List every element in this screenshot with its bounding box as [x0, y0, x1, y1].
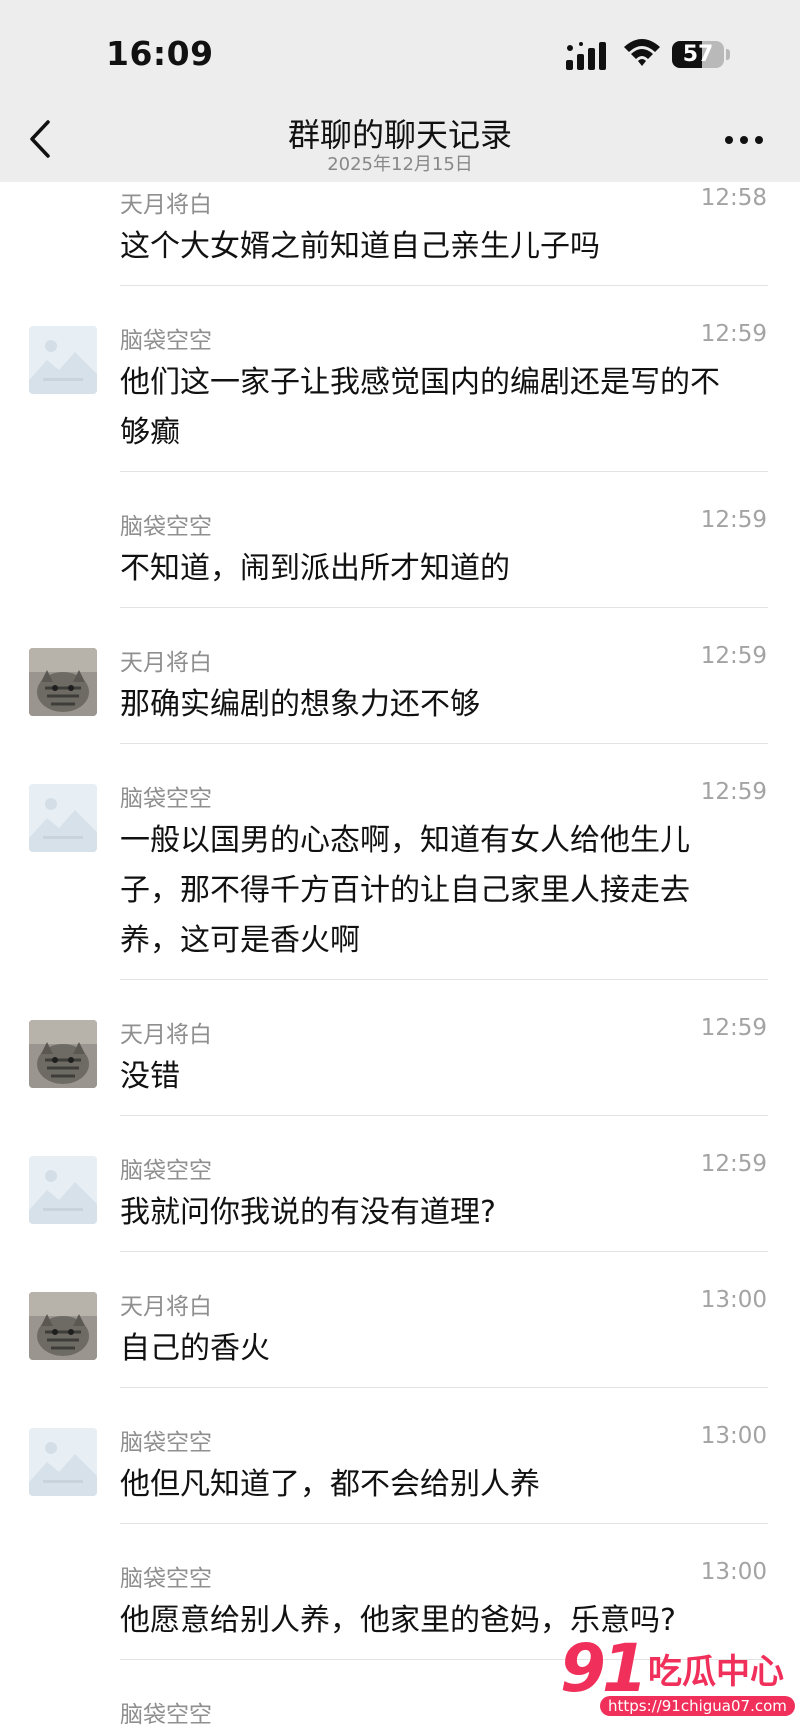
message-sender: 脑袋空空 — [120, 1158, 212, 1184]
message-time: 12:59 — [700, 643, 767, 669]
watermark-url: https://91chigua07.com — [600, 1696, 795, 1716]
message-sender: 脑袋空空 — [120, 786, 212, 812]
message-text: 不知道，闹到派出所才知道的 — [120, 544, 770, 594]
wifi-icon — [624, 39, 660, 66]
message-time: 12:59 — [700, 779, 767, 805]
cat-avatar-icon[interactable] — [29, 648, 97, 716]
message-time: 12:59 — [700, 1151, 767, 1177]
battery-tip — [726, 49, 730, 60]
message-time: 13:00 — [700, 1423, 767, 1449]
message-text-line: 我就问你我说的有没有道理? — [120, 1195, 496, 1230]
chat-message[interactable]: 脑袋空空 12:59 他们这一家子让我感觉国内的编剧还是写的不 够癫 — [0, 286, 800, 472]
message-text-line: 子，那不得千方百计的让自己家里人接走去 — [120, 873, 690, 908]
chat-message-list[interactable]: 天月将白 12:58 这个大女婿之前知道自己亲生儿子吗脑袋空空 12:59 他们这一家子… — [0, 182, 800, 1735]
message-text: 他们这一家子让我感觉国内的编剧还是写的不 够癫 — [120, 358, 770, 458]
chat-message[interactable]: 天月将白 13:00 自己的香火 — [0, 1252, 800, 1388]
message-time: 13:00 — [700, 1287, 767, 1313]
chat-message[interactable]: 脑袋空空 12:59 我就问你我说的有没有道理? — [0, 1116, 800, 1252]
cat-avatar-icon[interactable] — [29, 1292, 97, 1360]
message-text-line: 这个大女婿之前知道自己亲生儿子吗 — [120, 229, 600, 264]
message-text-line: 那确实编剧的想象力还不够 — [120, 687, 480, 722]
message-sender: 脑袋空空 — [120, 328, 212, 354]
message-text-line: 够癫 — [120, 415, 180, 450]
message-text: 自己的香火 — [120, 1324, 770, 1374]
battery-icon: 57 — [672, 41, 724, 68]
message-text-line: 他但凡知道了，都不会给别人养 — [120, 1467, 540, 1502]
message-text: 这个大女婿之前知道自己亲生儿子吗 — [120, 222, 770, 272]
message-sender: 脑袋空空 — [120, 1702, 212, 1728]
image-placeholder-avatar-icon[interactable] — [29, 1428, 97, 1496]
message-sender: 天月将白 — [120, 192, 212, 218]
message-text-line: 一般以国男的心态啊，知道有女人给他生儿 — [120, 823, 690, 858]
message-text: 我就问你我说的有没有道理? — [120, 1188, 770, 1238]
page-date: 2025年12月15日 — [327, 154, 473, 175]
message-sender: 天月将白 — [120, 650, 212, 676]
image-placeholder-avatar-icon[interactable] — [29, 1156, 97, 1224]
message-sender: 脑袋空空 — [120, 1566, 212, 1592]
cellular-signal-icon — [566, 42, 606, 70]
site-watermark: 91 吃瓜中心 https://91chigua07.com — [560, 1630, 795, 1730]
message-text-line: 养，这可是香火啊 — [120, 923, 360, 958]
cat-avatar-icon[interactable] — [29, 1020, 97, 1088]
chat-message[interactable]: 天月将白 12:58 这个大女婿之前知道自己亲生儿子吗 — [0, 182, 800, 286]
chat-message[interactable]: 天月将白 12:59 那确实编剧的想象力还不够 — [0, 608, 800, 744]
chat-message[interactable]: 脑袋空空 12:59 一般以国男的心态啊，知道有女人给他生儿 子，那不得千方百计的让自… — [0, 744, 800, 980]
message-text-line: 自己的香火 — [120, 1331, 270, 1366]
message-text-line: 没错 — [120, 1059, 180, 1094]
more-options-button[interactable] — [722, 128, 766, 152]
message-text: 没错 — [120, 1052, 770, 1102]
chat-message[interactable]: 天月将白 12:59 没错 — [0, 980, 800, 1116]
message-time: 12:59 — [700, 507, 767, 533]
message-sender: 脑袋空空 — [120, 1430, 212, 1456]
message-text-line: 他们这一家子让我感觉国内的编剧还是写的不 — [120, 365, 720, 400]
chat-message[interactable]: 脑袋空空 13:00 他但凡知道了，都不会给别人养 — [0, 1388, 800, 1524]
battery-percentage: 57 — [682, 42, 714, 67]
image-placeholder-avatar-icon[interactable] — [29, 784, 97, 852]
message-sender: 脑袋空空 — [120, 514, 212, 540]
message-time: 13:00 — [700, 1559, 767, 1585]
message-sender: 天月将白 — [120, 1294, 212, 1320]
chat-message[interactable]: 脑袋空空 12:59 不知道，闹到派出所才知道的 — [0, 472, 800, 608]
message-text-line: 不知道，闹到派出所才知道的 — [120, 551, 510, 586]
message-text: 那确实编剧的想象力还不够 — [120, 680, 770, 730]
message-time: 12:59 — [700, 321, 767, 347]
message-sender: 天月将白 — [120, 1022, 212, 1048]
nav-bar: 群聊的聊天记录 2025年12月15日 — [0, 100, 800, 182]
status-time: 16:09 — [106, 34, 214, 73]
message-text: 一般以国男的心态啊，知道有女人给他生儿 子，那不得千方百计的让自己家里人接走去 养，… — [120, 816, 770, 966]
status-bar: 16:09 57 — [0, 0, 800, 100]
chat-history-page: 16:09 57 群聊的聊天记录 2025年12月15日 天月将白 12:58 … — [0, 0, 800, 1735]
image-placeholder-avatar-icon[interactable] — [29, 326, 97, 394]
message-time: 12:59 — [700, 1015, 767, 1041]
message-time: 12:58 — [700, 185, 767, 211]
watermark-brand: 吃瓜中心 — [648, 1652, 784, 1692]
message-text: 他但凡知道了，都不会给别人养 — [120, 1460, 770, 1510]
